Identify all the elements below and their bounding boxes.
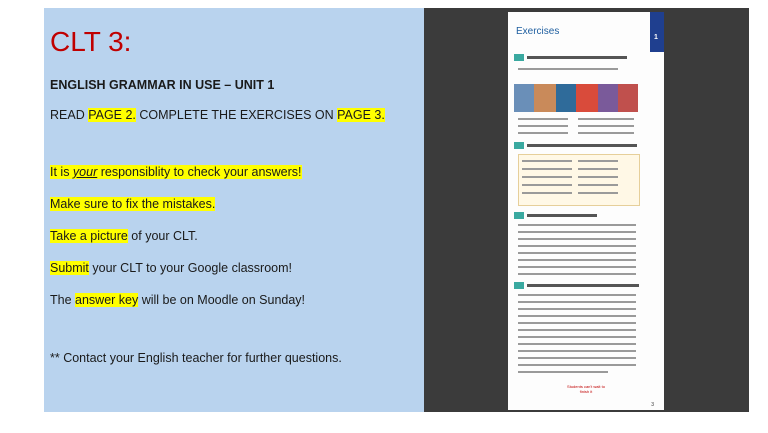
text-line [518,259,636,261]
submit-highlight: Submit [50,261,89,275]
text-line [518,231,636,233]
text-line [518,371,608,373]
exercise-photos [514,84,638,112]
responsibility-emphasis: your [72,165,98,179]
page-number: 3 [651,402,654,408]
slide-panel: CLT 3: ENGLISH GRAMMAR IN USE – UNIT 1 R… [44,8,424,412]
unit-tab: 1 [650,12,664,52]
contact-note: ** Contact your English teacher for furt… [50,351,342,365]
text-line [578,132,634,134]
exercise-header [514,142,638,149]
text-line [518,364,636,366]
text-line [578,184,618,186]
exercise-header [514,282,639,289]
text-line [518,315,636,317]
text-line [518,68,618,70]
text-line [578,125,634,127]
matching-box [518,154,640,206]
text-line [518,273,636,275]
unit-number: 1 [654,34,658,41]
instruction-highlight-page2: PAGE 2. [88,108,136,122]
document-viewer[interactable]: 1 Exercises Students can't wait to finis… [424,8,749,412]
text-line [518,252,636,254]
text-line [518,350,636,352]
bullet-responsibility: It is your responsiblity to check your a… [50,165,302,179]
text-line [578,176,618,178]
text-line [522,168,572,170]
answer-pre: The [50,293,76,307]
text-line [518,329,636,331]
text-line [518,301,636,303]
text-line [578,192,618,194]
text-line [518,118,568,120]
responsibility-post: responsiblity to check your answers! [97,165,302,179]
text-line [522,192,572,194]
slide-subtitle: ENGLISH GRAMMAR IN USE – UNIT 1 [50,78,275,92]
picture-highlight: Take a picture [50,229,128,243]
text-line [522,160,572,162]
bullet-take-picture: Take a picture of your CLT. [50,229,198,243]
exercise-header [514,54,638,61]
text-line [518,308,636,310]
workbook-page-preview[interactable]: 1 Exercises Students can't wait to finis… [508,12,664,410]
exercise-header [514,212,638,219]
text-line [518,238,636,240]
instruction-text-2: COMPLETE THE EXERCISES ON [135,108,338,122]
text-line [522,184,572,186]
text-line [518,336,636,338]
slide-title: CLT 3: [50,26,132,57]
text-line [518,294,636,296]
bullet-submit: Submit your CLT to your Google classroom… [50,261,292,275]
page-footer-note: Students can't wait to finish it [567,384,605,394]
answer-post: will be on Moodle on Sunday! [138,293,306,307]
instruction-highlight-page3: PAGE 3. [337,108,385,122]
text-line [578,160,618,162]
instruction-text-1: READ [50,108,89,122]
text-line [518,322,636,324]
picture-rest: of your CLT. [127,229,198,243]
text-line [522,176,572,178]
exercises-heading: Exercises [516,26,560,37]
fix-text: Make sure to fix the mistakes. [50,197,216,211]
text-line [518,357,636,359]
text-line [518,125,568,127]
answer-highlight: answer key [75,293,139,307]
text-line [518,266,636,268]
submit-rest: your CLT to your Google classroom! [88,261,293,275]
bullet-answer-key: The answer key will be on Moodle on Sund… [50,293,305,307]
responsibility-pre: It is [50,165,73,179]
instruction-line: READ PAGE 2. COMPLETE THE EXERCISES ON P… [50,108,385,122]
text-line [518,245,636,247]
text-line [518,132,568,134]
text-line [518,343,636,345]
text-line [578,168,618,170]
bullet-fix-mistakes: Make sure to fix the mistakes. [50,197,216,211]
text-line [518,224,636,226]
text-line [578,118,634,120]
